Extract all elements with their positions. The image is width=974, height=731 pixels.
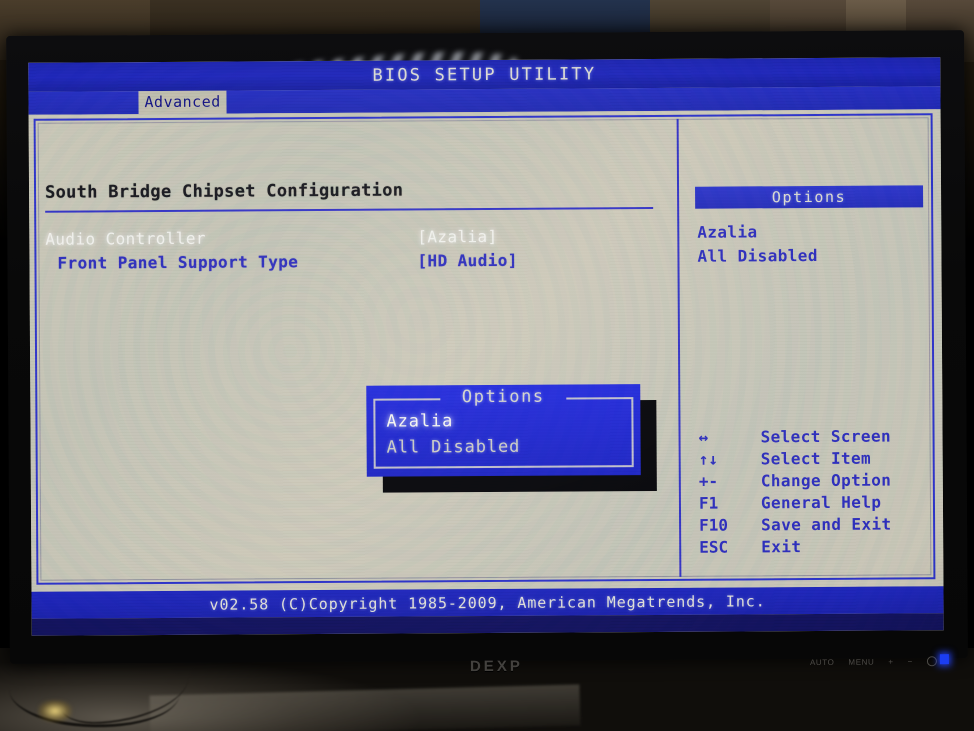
legend-label: Select Screen	[760, 426, 892, 446]
monitor: BIOS SETUP UTILITY Advanced South Bridge…	[6, 30, 968, 675]
legend-row-select-screen: ↔ Select Screen	[698, 424, 928, 447]
arrows-horizontal-icon: ↔	[698, 427, 709, 447]
options-dialog-item-azalia[interactable]: Azalia	[386, 411, 453, 431]
legend-label: Change Option	[760, 470, 892, 490]
options-list-item: All Disabled	[697, 245, 818, 266]
options-panel-title: Options	[771, 187, 847, 207]
osd-button-menu[interactable]: MENU	[848, 657, 874, 666]
legend-label: Select Item	[760, 448, 872, 468]
legend-row-exit: ESC Exit	[699, 534, 929, 557]
section-title: South Bridge Chipset Configuration	[44, 180, 404, 203]
legend-row-general-help: F1 General Help	[699, 490, 929, 513]
options-panel-header: Options	[695, 185, 924, 209]
legend-row-change-option: +- Change Option	[699, 468, 929, 491]
page-title-text: BIOS SETUP UTILITY	[372, 63, 597, 86]
options-dialog-title: Options	[461, 386, 545, 408]
setting-row-front-panel-support-type[interactable]: Front Panel Support Type [HD Audio]	[45, 247, 661, 275]
setting-value[interactable]: [HD Audio]	[417, 249, 661, 270]
options-dialog-border	[373, 397, 634, 469]
osd-button-minus[interactable]: −	[908, 657, 913, 666]
legend-label: General Help	[760, 492, 882, 512]
photo-scene: BIOS SETUP UTILITY Advanced South Bridge…	[0, 0, 974, 731]
legend-row-save-and-exit: F10 Save and Exit	[699, 512, 929, 535]
power-led-indicator	[939, 654, 949, 665]
options-list-item: Azalia	[697, 222, 758, 242]
footer-text: v02.58 (C)Copyright 1985-2009, American …	[209, 591, 766, 614]
tab-advanced[interactable]: Advanced	[138, 90, 227, 115]
setting-value[interactable]: [Azalia]	[417, 225, 661, 245]
osd-button-plus[interactable]: +	[888, 657, 893, 666]
options-dialog[interactable]: Options Azalia All Disabled	[366, 384, 641, 477]
legend-label: Save and Exit	[761, 514, 892, 534]
key-esc: ESC	[699, 537, 729, 557]
desk-light-reflection	[38, 700, 72, 722]
power-circle-icon[interactable]	[926, 656, 937, 667]
setting-label: Front Panel Support Type	[57, 251, 299, 273]
legend-label: Exit	[761, 536, 802, 556]
monitor-brand-logo: DEXP	[469, 657, 523, 676]
options-dialog-item-all-disabled[interactable]: All Disabled	[387, 437, 521, 458]
legend-row-select-item: ↑↓ Select Item	[699, 446, 929, 469]
options-column: Options Azalia All Disabled ↔ Select Scr…	[689, 121, 930, 572]
osd-button-auto[interactable]: AUTO	[810, 657, 835, 666]
key-f1: F1	[698, 493, 719, 513]
arrows-vertical-icon: ↑↓	[698, 449, 719, 469]
monitor-osd-buttons: AUTO MENU + −	[810, 656, 937, 667]
setting-label: Audio Controller	[45, 228, 206, 249]
key-legend: ↔ Select Screen ↑↓ Select Item +- Change…	[698, 424, 929, 557]
plus-minus-icon: +-	[698, 471, 719, 491]
bios-screen: BIOS SETUP UTILITY Advanced South Bridge…	[28, 57, 944, 636]
content-pane: South Bridge Chipset Configuration Audio…	[28, 109, 944, 592]
section-divider	[45, 206, 654, 213]
settings-column: South Bridge Chipset Configuration Audio…	[43, 123, 672, 577]
key-f10: F10	[699, 515, 729, 535]
